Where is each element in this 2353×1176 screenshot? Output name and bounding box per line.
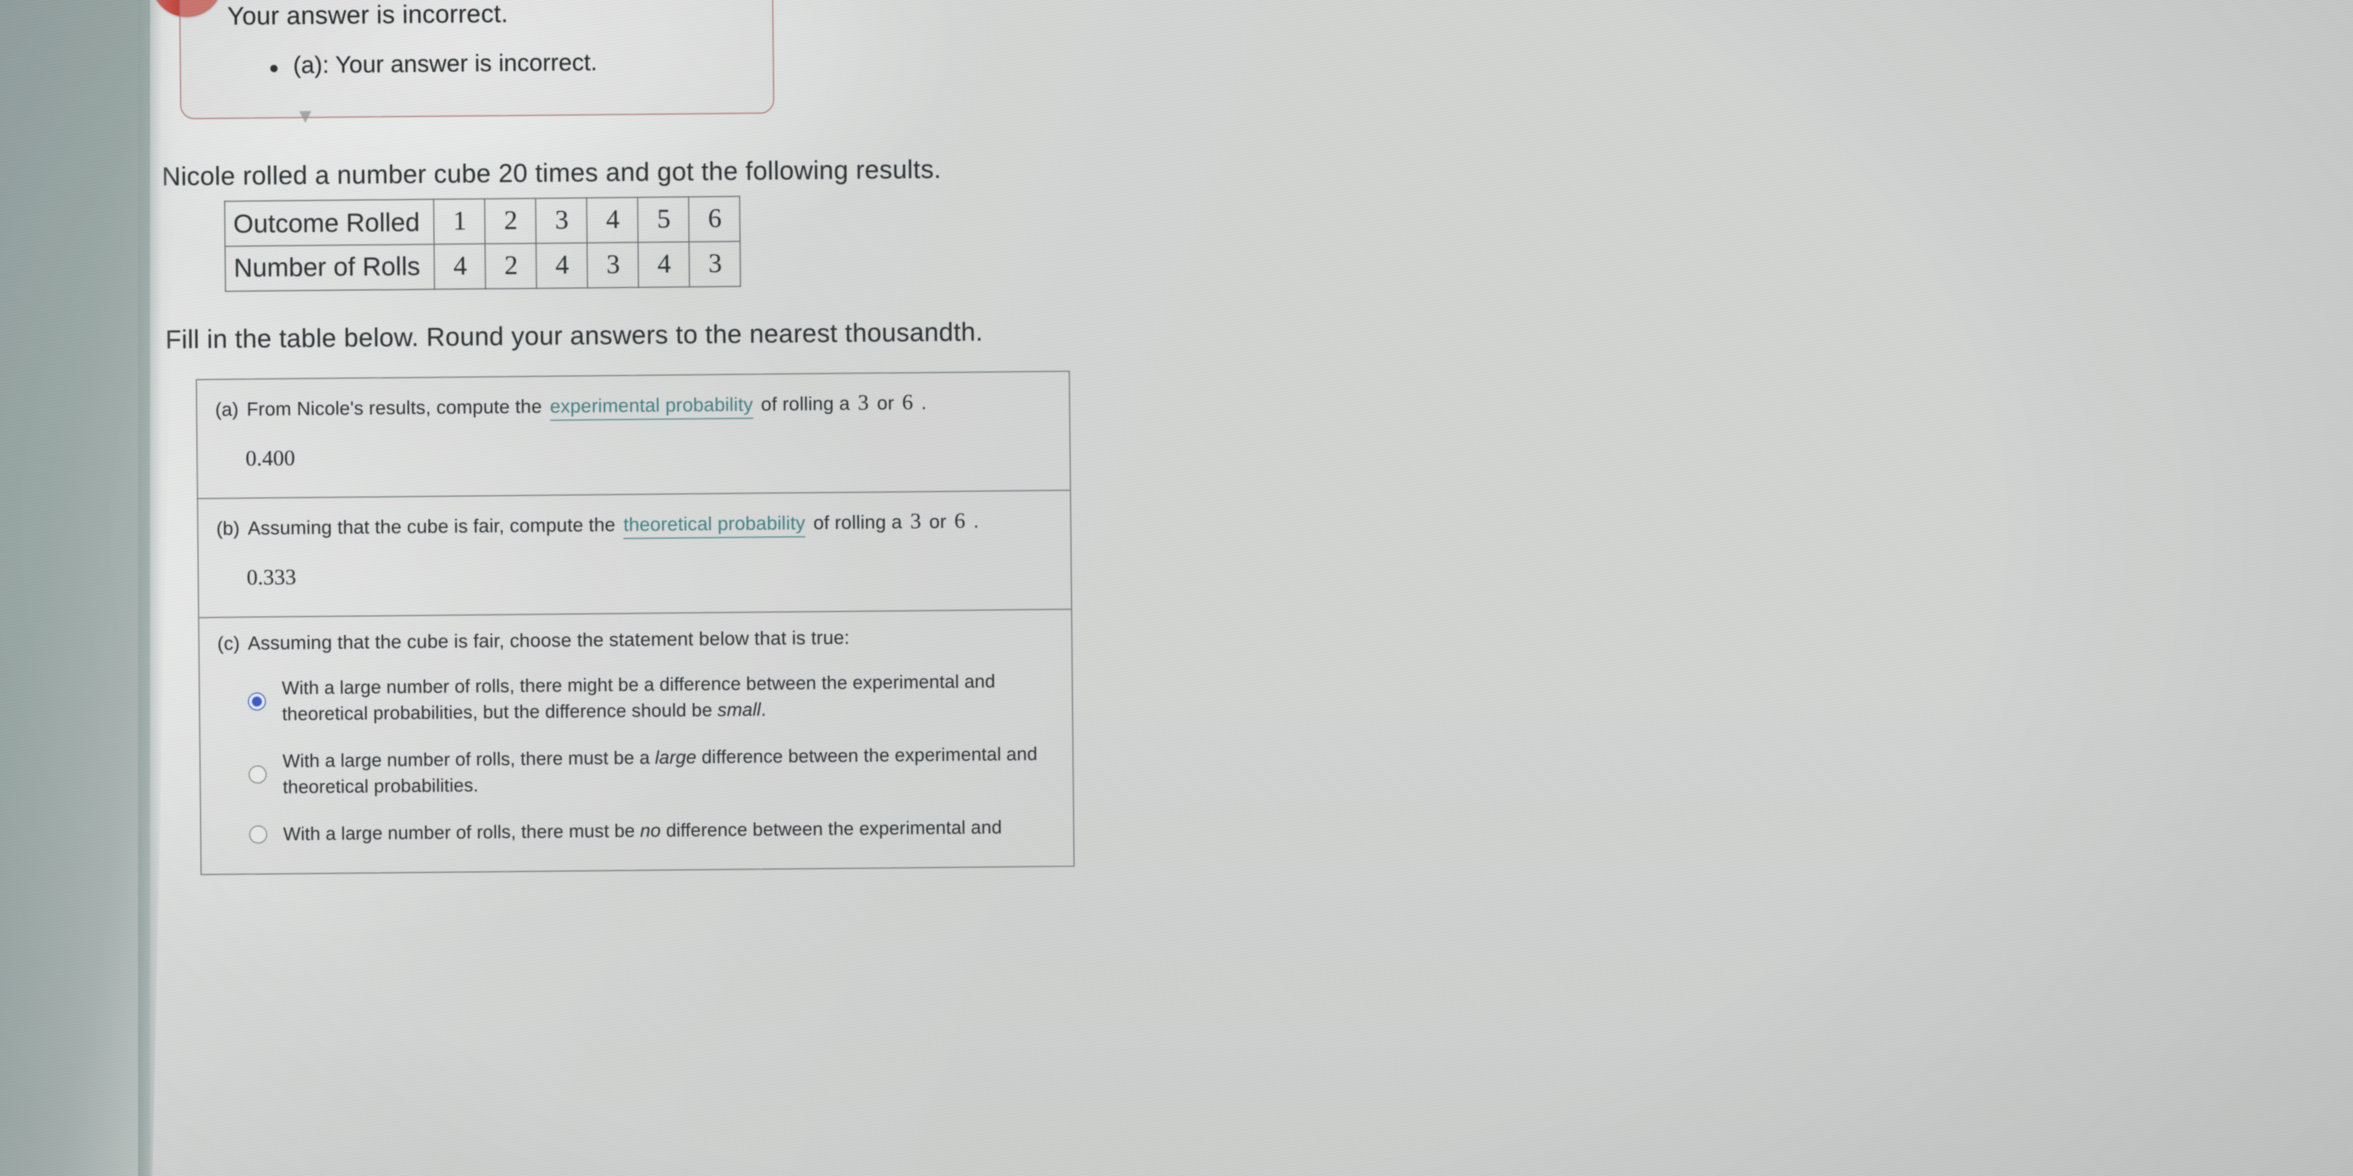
choice-label-small: With a large number of rolls, there migh…	[282, 668, 1054, 726]
choice-small-part-2: .	[760, 698, 767, 720]
problem-intro-text: Nicole rolled a number cube 20 times and…	[161, 153, 942, 192]
table-row-outcomes: Outcome Rolled 1 2 3 4 5 6	[224, 196, 741, 247]
question-a-conjunction: or	[876, 393, 895, 415]
fill-instruction-text: Fill in the table below. Round your answ…	[165, 316, 984, 355]
question-row-b: (b) Assuming that the cube is fair, comp…	[197, 490, 1072, 619]
choice-label-none: With a large number of rolls, there must…	[283, 814, 1002, 846]
choice-option-small[interactable]: With a large number of rolls, there migh…	[247, 668, 1054, 727]
question-c-text: Assuming that the cube is fair, choose t…	[247, 627, 850, 655]
question-b-value-2: 6	[954, 507, 966, 533]
row-header-outcome: Outcome Rolled	[224, 199, 435, 247]
radio-icon-large[interactable]	[248, 764, 267, 784]
feedback-bullet-text: (a): Your answer is incorrect.	[292, 49, 598, 80]
roll-count-cell: 2	[485, 243, 537, 289]
choice-list: With a large number of rolls, there migh…	[218, 668, 1056, 848]
choice-large-part-1: With a large number of rolls, there must…	[282, 746, 656, 772]
roll-count-cell: 4	[638, 241, 690, 288]
roll-count-cell: 4	[434, 243, 486, 290]
quiz-content: Your answer is incorrect. ● (a): Your an…	[100, 0, 2353, 1176]
question-b-conjunction: or	[929, 511, 947, 534]
roll-count-cell: 3	[587, 242, 639, 288]
choice-none-emphasis: no	[640, 819, 661, 841]
choice-option-none[interactable]: With a large number of rolls, there must…	[249, 814, 1055, 847]
question-a-period: .	[921, 393, 927, 415]
outcome-cell: 5	[638, 196, 690, 243]
question-a-text-before: From Nicole's results, compute the	[246, 396, 543, 421]
question-b-prompt: (b) Assuming that the cube is fair, comp…	[216, 507, 1052, 543]
question-a-text-after: of rolling a	[760, 393, 850, 416]
question-a-prompt: (a) From Nicole's results, compute the e…	[215, 388, 1051, 424]
screen-left-bezel	[0, 0, 150, 1176]
question-b-text-after: of rolling a	[813, 512, 903, 535]
feedback-title: Your answer is incorrect.	[227, 0, 509, 31]
screenshot-stage: Your answer is incorrect. ● (a): Your an…	[0, 0, 2353, 1176]
choice-none-part-2: difference between the experimental and	[660, 816, 1002, 841]
results-table: Outcome Rolled 1 2 3 4 5 6 Number of Rol…	[224, 196, 741, 292]
outcome-cell: 1	[434, 198, 486, 245]
theoretical-probability-link[interactable]: theoretical probability	[623, 513, 806, 540]
choice-large-emphasis: large	[654, 746, 697, 768]
question-b-text-before: Assuming that the cube is fair, compute …	[247, 515, 616, 540]
question-b-period: .	[973, 511, 979, 533]
experimental-probability-link[interactable]: experimental probability	[549, 394, 754, 421]
question-a-value-1: 3	[857, 389, 870, 415]
question-a-label: (a)	[215, 399, 239, 421]
radio-icon-none[interactable]	[249, 825, 268, 844]
feedback-bullet-item: ● (a): Your answer is incorrect.	[269, 49, 598, 80]
outcome-cell: 3	[536, 197, 588, 244]
question-b-label: (b)	[216, 518, 240, 540]
choice-option-large[interactable]: With a large number of rolls, there must…	[248, 741, 1054, 800]
roll-count-cell: 3	[689, 241, 741, 287]
bullet-icon: ●	[268, 58, 280, 78]
question-c-label: (c)	[217, 633, 240, 655]
question-row-a: (a) From Nicole's results, compute the e…	[196, 371, 1070, 500]
choice-none-part-1: With a large number of rolls, there must…	[283, 819, 641, 845]
choice-small-emphasis: small	[717, 698, 761, 720]
choice-small-part-1: With a large number of rolls, there migh…	[281, 670, 996, 724]
question-a-value-2: 6	[901, 389, 914, 415]
outcome-cell: 4	[587, 197, 639, 243]
question-c-prompt: (c) Assuming that the cube is fair, choo…	[217, 626, 1053, 656]
table-row-rolls: Number of Rolls 4 2 4 3 4 3	[225, 241, 741, 292]
answer-box: (a) From Nicole's results, compute the e…	[195, 370, 1075, 875]
row-header-rolls: Number of Rolls	[225, 244, 435, 292]
roll-count-cell: 4	[536, 242, 588, 289]
outcome-cell: 6	[689, 196, 741, 242]
radio-icon-small[interactable]	[247, 691, 267, 711]
answer-field-a[interactable]: 0.400	[245, 438, 1051, 472]
question-row-c: (c) Assuming that the cube is fair, choo…	[199, 610, 1073, 874]
question-b-value-1: 3	[909, 508, 922, 534]
outcome-cell: 2	[485, 198, 537, 244]
answer-field-b[interactable]: 0.333	[247, 557, 1053, 591]
choice-label-large: With a large number of rolls, there must…	[282, 741, 1054, 799]
